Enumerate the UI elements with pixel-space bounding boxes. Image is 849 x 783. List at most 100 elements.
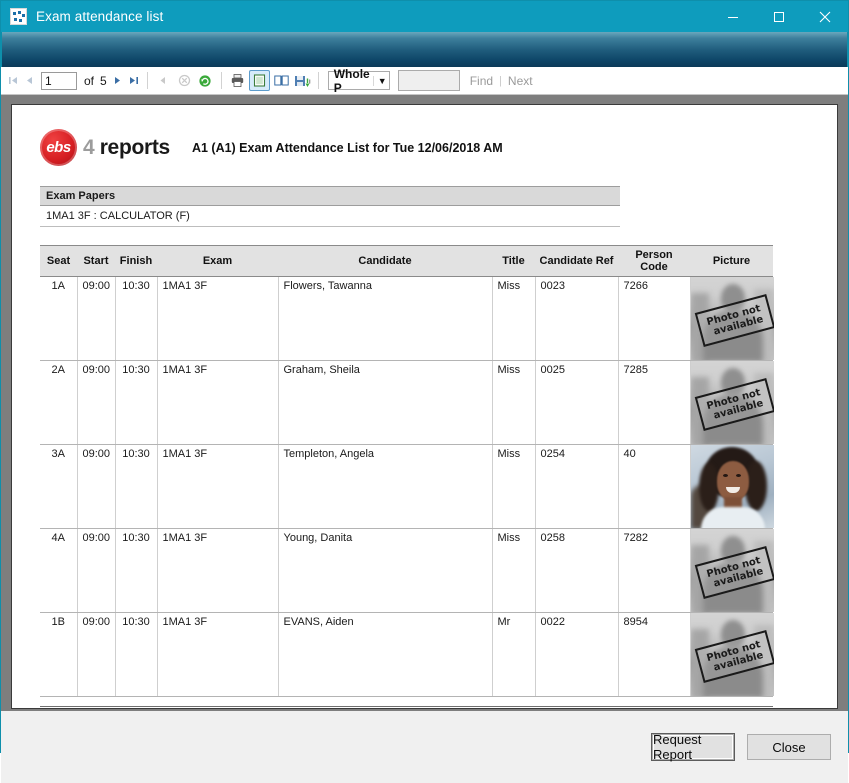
zoom-select[interactable]: Whole P ▼: [327, 67, 390, 95]
cell-title: Miss: [492, 276, 536, 361]
previous-page-icon[interactable]: [21, 72, 37, 90]
cell-start: 09:00: [77, 276, 116, 361]
photo-not-available-image: Photo not available: [690, 361, 774, 444]
cell-title: Mr: [492, 612, 536, 697]
column-header-person-code: Person Code: [618, 245, 690, 277]
cell-picture: Photo not available: [690, 360, 774, 445]
cell-candidate: Templeton, Angela: [278, 444, 493, 529]
find-button[interactable]: Find: [470, 74, 493, 88]
close-icon-button[interactable]: [802, 1, 848, 32]
title-bar: Exam attendance list: [1, 1, 848, 32]
close-button[interactable]: Close: [747, 734, 831, 760]
page-number-input[interactable]: 1: [41, 71, 77, 90]
cell-picture: Photo not available: [690, 276, 774, 361]
ebs-reports-logo: ebs 4 reports: [40, 129, 170, 166]
exam-attendance-window: Exam attendance list 1 of 5 Whole P ▼ Fi…: [0, 0, 849, 783]
window-controls: [710, 1, 848, 32]
cell-start: 09:00: [77, 444, 116, 529]
back-icon[interactable]: [154, 71, 173, 90]
table-row: 4A 09:00 10:30 1MA1 3F Young, Danita Mis…: [40, 528, 774, 613]
find-input[interactable]: [397, 70, 460, 91]
cell-candidate: EVANS, Aiden: [278, 612, 493, 697]
chevron-down-icon: ▼: [372, 75, 387, 86]
report-title: A1 (A1) Exam Attendance List for Tue 12/…: [191, 140, 503, 155]
header-gradient-strip: [1, 32, 848, 67]
cell-picture: Photo not available: [690, 528, 774, 613]
window-title: Exam attendance list: [36, 9, 164, 24]
cell-person-code: 40: [618, 444, 691, 529]
request-report-button[interactable]: Request Report: [652, 732, 734, 762]
cell-finish: 10:30: [115, 360, 158, 445]
cell-candidate-ref: 0258: [535, 528, 619, 613]
print-layout-icon[interactable]: [248, 70, 270, 91]
cell-start: 09:00: [77, 612, 116, 697]
find-separator: |: [499, 74, 502, 87]
column-header-exam: Exam: [157, 245, 278, 277]
column-header-finish: Finish: [115, 245, 157, 277]
cell-candidate: Young, Danita: [278, 528, 493, 613]
logo-reports-word: reports: [99, 135, 171, 159]
cell-picture: Photo not available: [690, 612, 774, 697]
cell-title: Miss: [492, 528, 536, 613]
cell-exam: 1MA1 3F: [157, 528, 279, 613]
cell-candidate: Graham, Sheila: [278, 360, 493, 445]
table-row: 2A 09:00 10:30 1MA1 3F Graham, Sheila Mi…: [40, 360, 774, 445]
cell-person-code: 7266: [618, 276, 691, 361]
dialog-button-bar: Request Report Close: [1, 711, 848, 783]
cell-seat: 1A: [40, 276, 78, 361]
cell-person-code: 8954: [618, 612, 691, 697]
column-header-title: Title: [492, 245, 535, 277]
photo-not-available-image: Photo not available: [690, 277, 774, 360]
cell-start: 09:00: [77, 360, 116, 445]
table-row: 1A 09:00 10:30 1MA1 3F Flowers, Tawanna …: [40, 276, 774, 361]
table-row: 3A 09:00 10:30 1MA1 3F Templeton, Angela…: [40, 444, 774, 529]
cell-title: Miss: [492, 360, 536, 445]
report-viewer-canvas: ebs 4 reports A1 (A1) Exam Attendance Li…: [1, 95, 848, 711]
cell-exam: 1MA1 3F: [157, 444, 279, 529]
print-icon[interactable]: [228, 71, 247, 90]
candidate-photo-image: [690, 445, 774, 528]
cell-exam: 1MA1 3F: [157, 276, 279, 361]
minimize-button[interactable]: [710, 1, 756, 32]
toolbar-separator-3: [317, 72, 319, 89]
cell-seat: 4A: [40, 528, 78, 613]
toolbar-separator-1: [146, 72, 148, 89]
cell-picture: [690, 444, 774, 529]
cell-title: Miss: [492, 444, 536, 529]
toolbar-separator-2: [220, 72, 222, 89]
column-header-candidate: Candidate: [278, 245, 492, 277]
export-icon[interactable]: [293, 71, 312, 90]
cell-candidate-ref: 0023: [535, 276, 619, 361]
zoom-value: Whole P: [333, 66, 370, 95]
column-header-start: Start: [77, 245, 115, 277]
last-page-icon[interactable]: [126, 72, 142, 90]
photo-not-available-image: Photo not available: [690, 613, 774, 696]
cell-person-code: 7285: [618, 360, 691, 445]
column-header-picture: Picture: [690, 245, 773, 277]
cell-finish: 10:30: [115, 612, 158, 697]
cell-exam: 1MA1 3F: [157, 612, 279, 697]
total-pages-label: 5: [100, 73, 107, 88]
cell-exam: 1MA1 3F: [157, 360, 279, 445]
find-next-button[interactable]: Next: [508, 74, 533, 88]
next-page-icon[interactable]: [110, 72, 126, 90]
page-setup-icon[interactable]: [272, 71, 291, 90]
cell-seat: 1B: [40, 612, 78, 697]
report-header: ebs 4 reports A1 (A1) Exam Attendance Li…: [40, 129, 809, 166]
logo-four: 4: [83, 135, 95, 159]
cell-candidate: Flowers, Tawanna: [278, 276, 493, 361]
report-page: ebs 4 reports A1 (A1) Exam Attendance Li…: [11, 104, 838, 709]
table-row: 1B 09:00 10:30 1MA1 3F EVANS, Aiden Mr 0…: [40, 612, 774, 697]
cell-person-code: 7282: [618, 528, 691, 613]
cell-start: 09:00: [77, 528, 116, 613]
table-header-row: Seat Start Finish Exam Candidate Title C…: [40, 245, 773, 277]
column-header-seat: Seat: [40, 245, 77, 277]
stop-icon[interactable]: [175, 71, 194, 90]
report-viewer-toolbar: 1 of 5 Whole P ▼ Find | Next: [1, 67, 848, 95]
first-page-icon[interactable]: [5, 72, 21, 90]
attendance-table-body: 1A 09:00 10:30 1MA1 3F Flowers, Tawanna …: [40, 276, 774, 697]
cell-candidate-ref: 0025: [535, 360, 619, 445]
report-footer: Report Name: Exam Attendance List Page 1…: [40, 706, 773, 708]
maximize-button[interactable]: [756, 1, 802, 32]
refresh-icon[interactable]: [196, 71, 215, 90]
